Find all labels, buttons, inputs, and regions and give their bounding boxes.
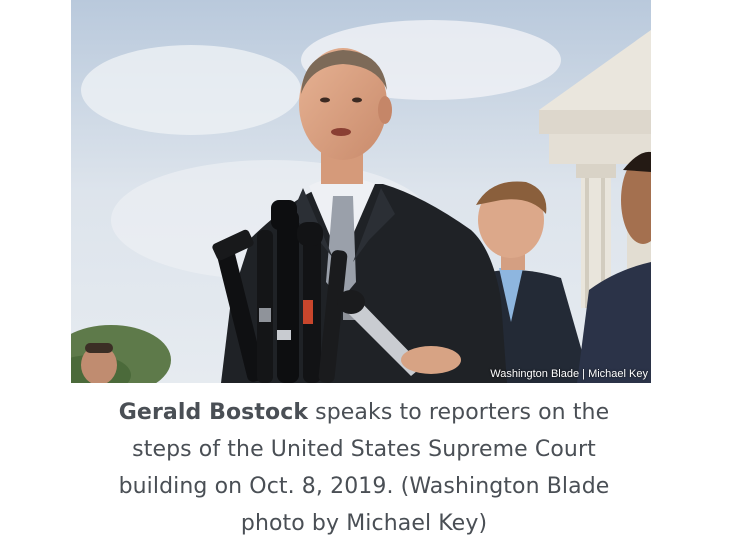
photo-credit: Washington Blade | Michael Key xyxy=(490,368,648,380)
photo-illustration xyxy=(71,0,651,383)
news-photo: Washington Blade | Michael Key xyxy=(71,0,651,383)
photo-caption: Gerald Bostock speaks to reporters on th… xyxy=(86,394,642,542)
caption-name: Gerald Bostock xyxy=(118,400,309,425)
